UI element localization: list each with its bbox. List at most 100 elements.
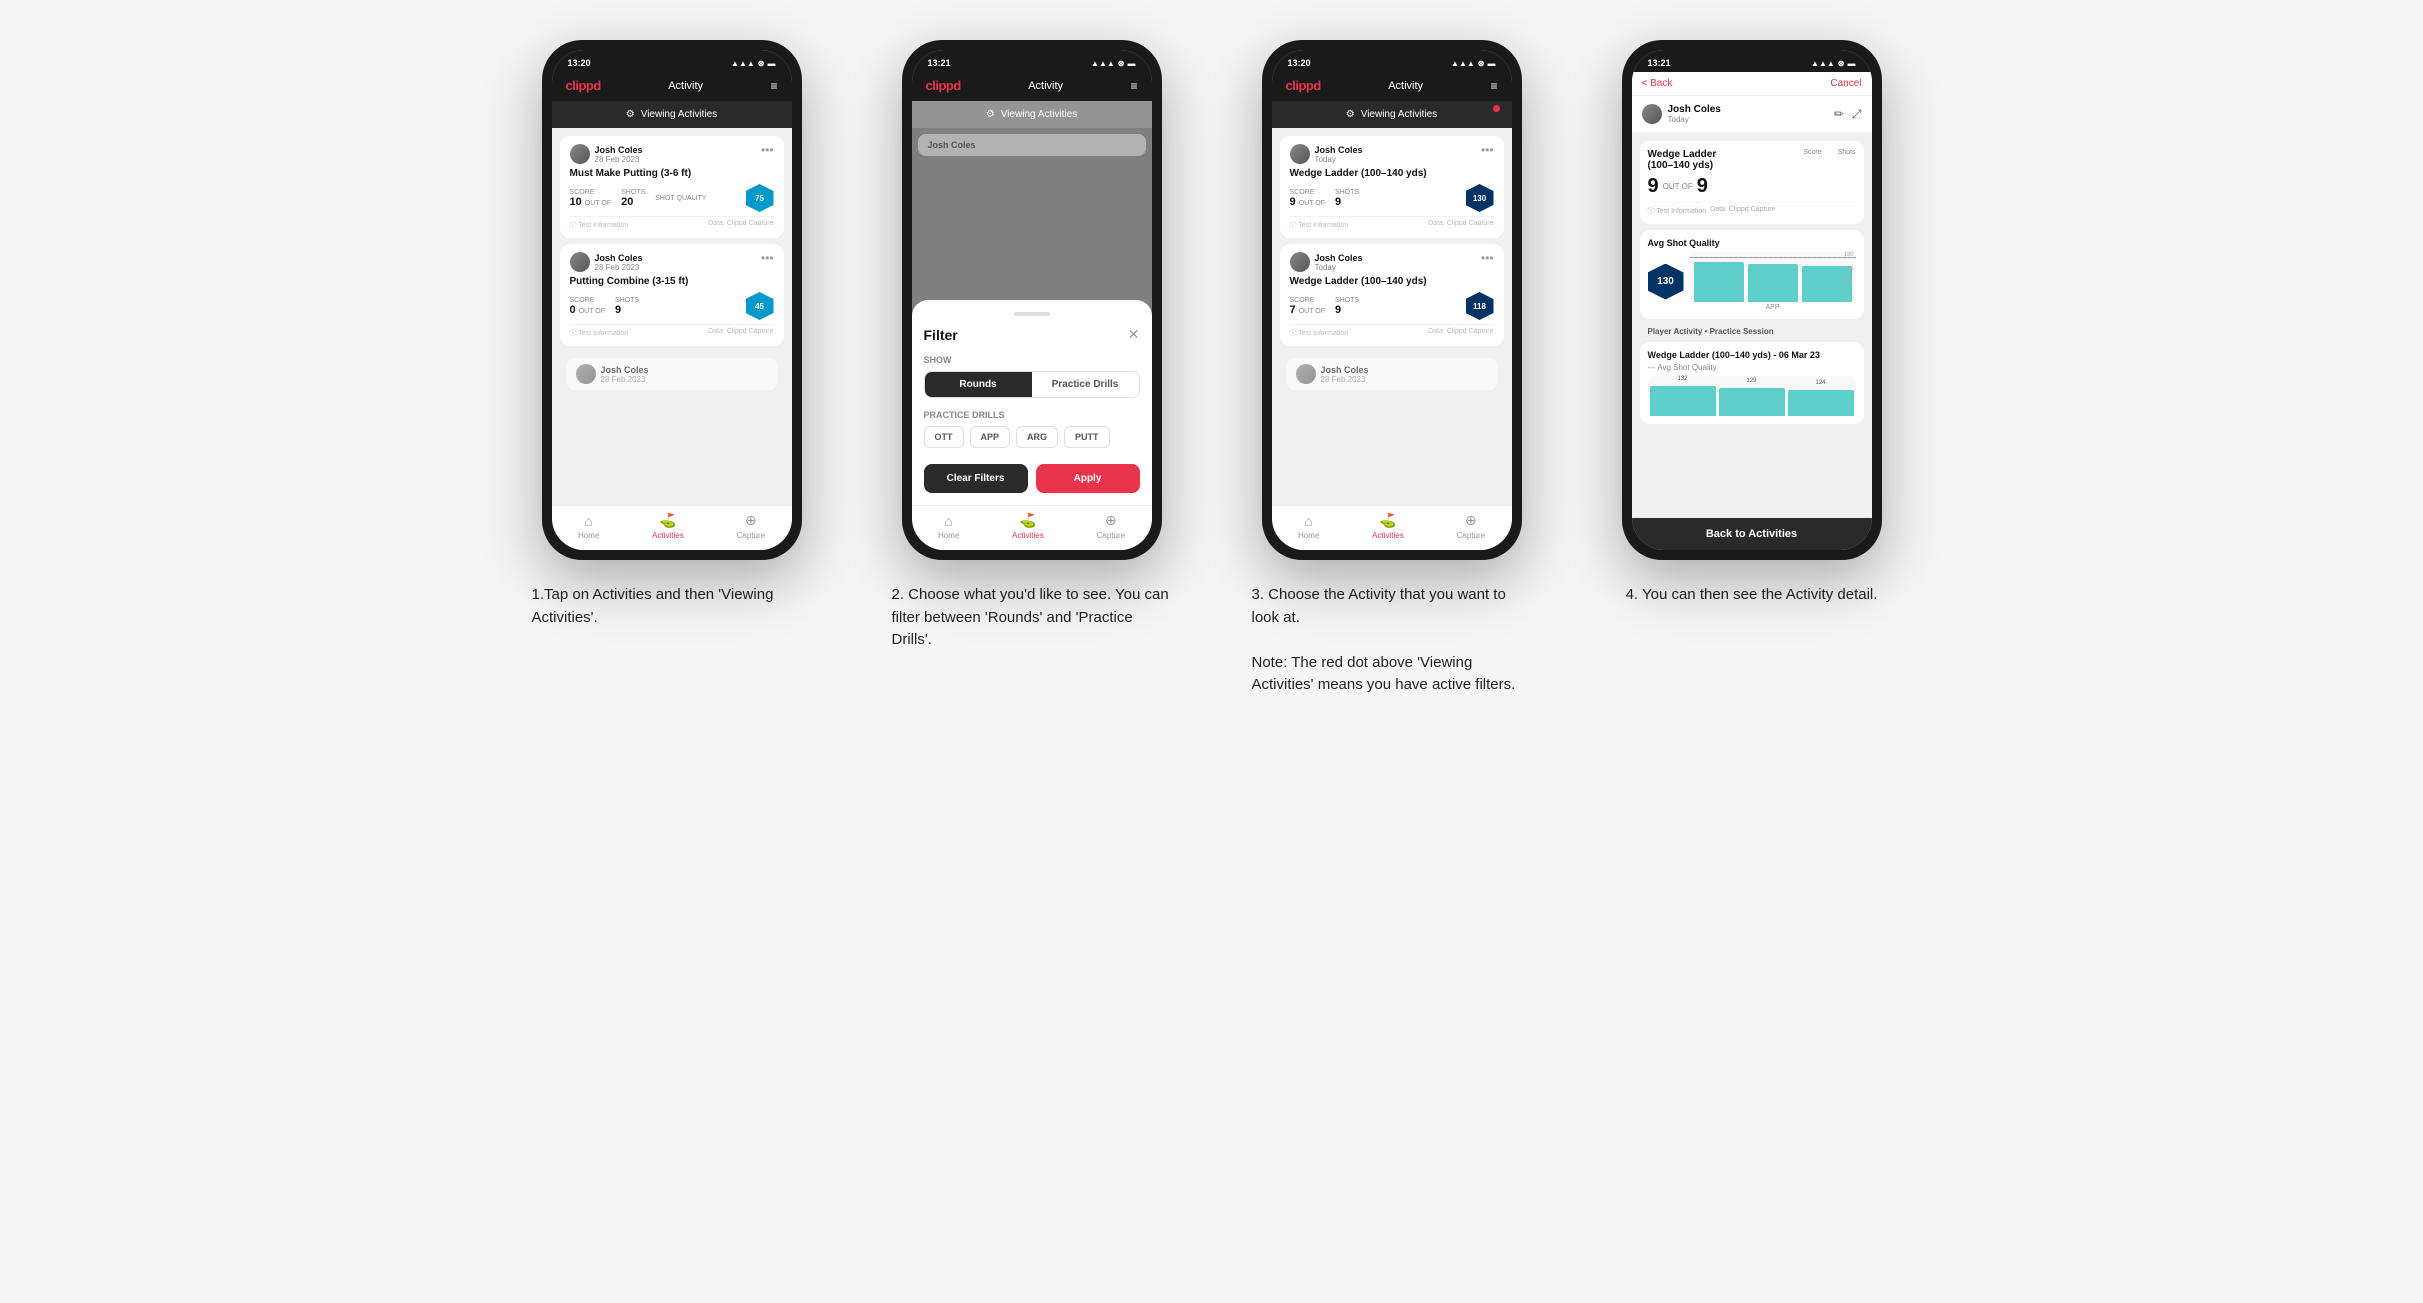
viewing-banner-3[interactable]: ⚙ Viewing Activities	[1272, 101, 1512, 128]
app-header-2: clippd Activity ≡	[912, 72, 1152, 101]
nav-home-1[interactable]: ⌂ Home	[578, 513, 599, 540]
capture-icon-1: ⊕	[745, 512, 757, 529]
card-footer-1-2: ⓘ Test Information Data: Clippd Capture	[570, 324, 774, 338]
activity-card-1-2[interactable]: Josh Coles 28 Feb 2023 ••• Putting Combi…	[560, 244, 784, 346]
phone-screen-3: 13:20 ▲▲▲ ⊛ ▬ clippd Activity ≡ ⚙ Viewin…	[1272, 50, 1512, 550]
apply-button-2[interactable]: Apply	[1036, 464, 1140, 493]
home-icon-2: ⌂	[944, 513, 952, 529]
activities-icon-1: ⛳	[659, 512, 676, 529]
activity-card-1-3-partial[interactable]: Josh Coles 28 Feb 2023	[566, 358, 778, 390]
step-description-4: 4. You can then see the Activity detail.	[1626, 584, 1878, 607]
footer-left-1-1: ⓘ Test Information	[570, 220, 629, 230]
user-info-1-2: Josh Coles 28 Feb 2023	[570, 252, 643, 272]
expand-icon-4[interactable]: ⤢	[1852, 107, 1862, 122]
drill-app-2[interactable]: APP	[970, 426, 1011, 448]
session-label-4: Player Activity • Practice Session	[1640, 327, 1864, 336]
bottom-nav-3: ⌂ Home ⛳ Activities ⊕ Capture	[1272, 505, 1512, 550]
status-time-2: 13:21	[928, 58, 951, 68]
step-2-column: 13:21 ▲▲▲ ⊛ ▬ clippd Activity ≡ ⚙ View	[872, 40, 1192, 697]
activity-title-1-2: Putting Combine (3-15 ft)	[570, 276, 774, 287]
nav-activities-1[interactable]: ⛳ Activities	[652, 512, 684, 540]
drill-ott-2[interactable]: OTT	[924, 426, 964, 448]
activity-card-3-3-partial[interactable]: Josh Coles 28 Feb 2023	[1286, 358, 1498, 390]
activities-list-1: Josh Coles 28 Feb 2023 ••• Must Make Put…	[552, 128, 792, 505]
card-header-1-2: Josh Coles 28 Feb 2023 •••	[570, 252, 774, 272]
step-description-3: 3. Choose the Activity that you want to …	[1252, 584, 1532, 697]
drill-putt-2[interactable]: PUTT	[1064, 426, 1110, 448]
nav-activities-3[interactable]: ⛳ Activities	[1372, 512, 1404, 540]
user-info-1-3: Josh Coles 28 Feb 2023	[576, 364, 768, 384]
back-to-activities-button-4[interactable]: Back to Activities	[1632, 518, 1872, 550]
nav-home-2[interactable]: ⌂ Home	[938, 513, 959, 540]
viewing-banner-1[interactable]: ⚙ Viewing Activities	[552, 101, 792, 128]
nav-capture-1[interactable]: ⊕ Capture	[737, 512, 765, 540]
dots-menu-1-2[interactable]: •••	[761, 252, 774, 264]
edit-icon-4[interactable]: ✏	[1834, 107, 1844, 122]
nav-activities-2[interactable]: ⛳ Activities	[1012, 512, 1044, 540]
signal-icon-1: ▲▲▲	[731, 59, 755, 68]
activity-card-3-1[interactable]: Josh Coles Today ••• Wedge Ladder (100–1…	[1280, 136, 1504, 238]
practice-drills-toggle-2[interactable]: Practice Drills	[1032, 372, 1139, 397]
detail-header-4: < Back Cancel	[1632, 72, 1872, 96]
step-description-2: 2. Choose what you'd like to see. You ca…	[892, 584, 1172, 652]
avatar-1-1	[570, 144, 590, 164]
back-button-4[interactable]: < Back	[1642, 78, 1673, 89]
filter-icon-1: ⚙	[626, 109, 635, 120]
dots-menu-3-2[interactable]: •••	[1481, 252, 1494, 264]
show-label-2: Show	[924, 355, 1140, 365]
hamburger-icon-1[interactable]: ≡	[770, 79, 777, 93]
rounds-toggle-2[interactable]: Rounds	[925, 372, 1032, 397]
score-label-1-1: Score	[570, 189, 612, 196]
step-1-column: 13:20 ▲▲▲ ⊛ ▬ clippd Activity ≡ ⚙ View	[512, 40, 832, 697]
shots-value-1-1: 20	[621, 196, 645, 208]
phone-screen-2: 13:21 ▲▲▲ ⊛ ▬ clippd Activity ≡ ⚙ View	[912, 50, 1152, 550]
chart-line-4	[1690, 257, 1856, 258]
home-icon-3: ⌂	[1304, 513, 1312, 529]
user-info-1-1: Josh Coles 28 Feb 2023	[570, 144, 643, 164]
activity-title-1-1: Must Make Putting (3-6 ft)	[570, 168, 774, 179]
stat-score-1-2: Score 0 OUT OF	[570, 297, 606, 316]
chart-area-4: 130 100 50 0 APP	[1690, 252, 1856, 311]
viewing-banner-2[interactable]: ⚙ Viewing Activities	[912, 101, 1152, 128]
stat-quality-1-1: Shot Quality	[655, 195, 706, 202]
hamburger-icon-3[interactable]: ≡	[1490, 79, 1497, 93]
app-header-1: clippd Activity ≡	[552, 72, 792, 101]
hamburger-icon-2[interactable]: ≡	[1130, 79, 1137, 93]
avatar-1-3	[576, 364, 596, 384]
app-logo-1: clippd	[566, 78, 601, 93]
activity-card-3-2[interactable]: Josh Coles Today ••• Wedge Ladder (100–1…	[1280, 244, 1504, 346]
activity-card-1-1[interactable]: Josh Coles 28 Feb 2023 ••• Must Make Put…	[560, 136, 784, 238]
nav-capture-2[interactable]: ⊕ Capture	[1097, 512, 1125, 540]
stat-shots-1-1: Shots 20	[621, 189, 645, 208]
phone-notch-2	[992, 50, 1072, 70]
drill-arg-2[interactable]: ARG	[1016, 426, 1058, 448]
clear-filters-button-2[interactable]: Clear Filters	[924, 464, 1028, 493]
stats-row-1-2: Score 0 OUT OF Shots 9 45	[570, 292, 774, 320]
wifi-icon-1: ⊛	[758, 59, 765, 68]
step-description-1: 1.Tap on Activities and then 'Viewing Ac…	[532, 584, 812, 629]
app-header-3: clippd Activity ≡	[1272, 72, 1512, 101]
phone-4: 13:21 ▲▲▲ ⊛ ▬ < Back Cancel Josh C	[1622, 40, 1882, 560]
close-icon-2[interactable]: ✕	[1128, 326, 1140, 343]
dots-menu-3-1[interactable]: •••	[1481, 144, 1494, 156]
avatar-4	[1642, 104, 1662, 124]
nav-capture-3[interactable]: ⊕ Capture	[1457, 512, 1485, 540]
card-header-1-1: Josh Coles 28 Feb 2023 •••	[570, 144, 774, 164]
practice-drills-label-2: Practice Drills	[924, 410, 1140, 420]
app-logo-2: clippd	[926, 78, 961, 93]
quality-label-1-1: Shot Quality	[655, 195, 706, 202]
x-label-4: APP	[1690, 304, 1856, 311]
user-date-1-2: 28 Feb 2023	[595, 263, 643, 272]
dots-menu-1-1[interactable]: •••	[761, 144, 774, 156]
activities-icon-2: ⛳	[1019, 512, 1036, 529]
cancel-button-4[interactable]: Cancel	[1830, 78, 1861, 89]
status-icons-2: ▲▲▲ ⊛ ▬	[1091, 59, 1135, 68]
battery-icon-1: ▬	[768, 59, 776, 68]
phone-3: 13:20 ▲▲▲ ⊛ ▬ clippd Activity ≡ ⚙ Viewin…	[1262, 40, 1522, 560]
status-time-1: 13:20	[568, 58, 591, 68]
capture-icon-3: ⊕	[1465, 512, 1477, 529]
red-dot-3	[1493, 105, 1500, 112]
score-value-1-1: 10 OUT OF	[570, 196, 612, 208]
filter-overlay-2: Josh Coles Filter ✕ Show Rounds Pr	[912, 128, 1152, 505]
nav-home-3[interactable]: ⌂ Home	[1298, 513, 1319, 540]
